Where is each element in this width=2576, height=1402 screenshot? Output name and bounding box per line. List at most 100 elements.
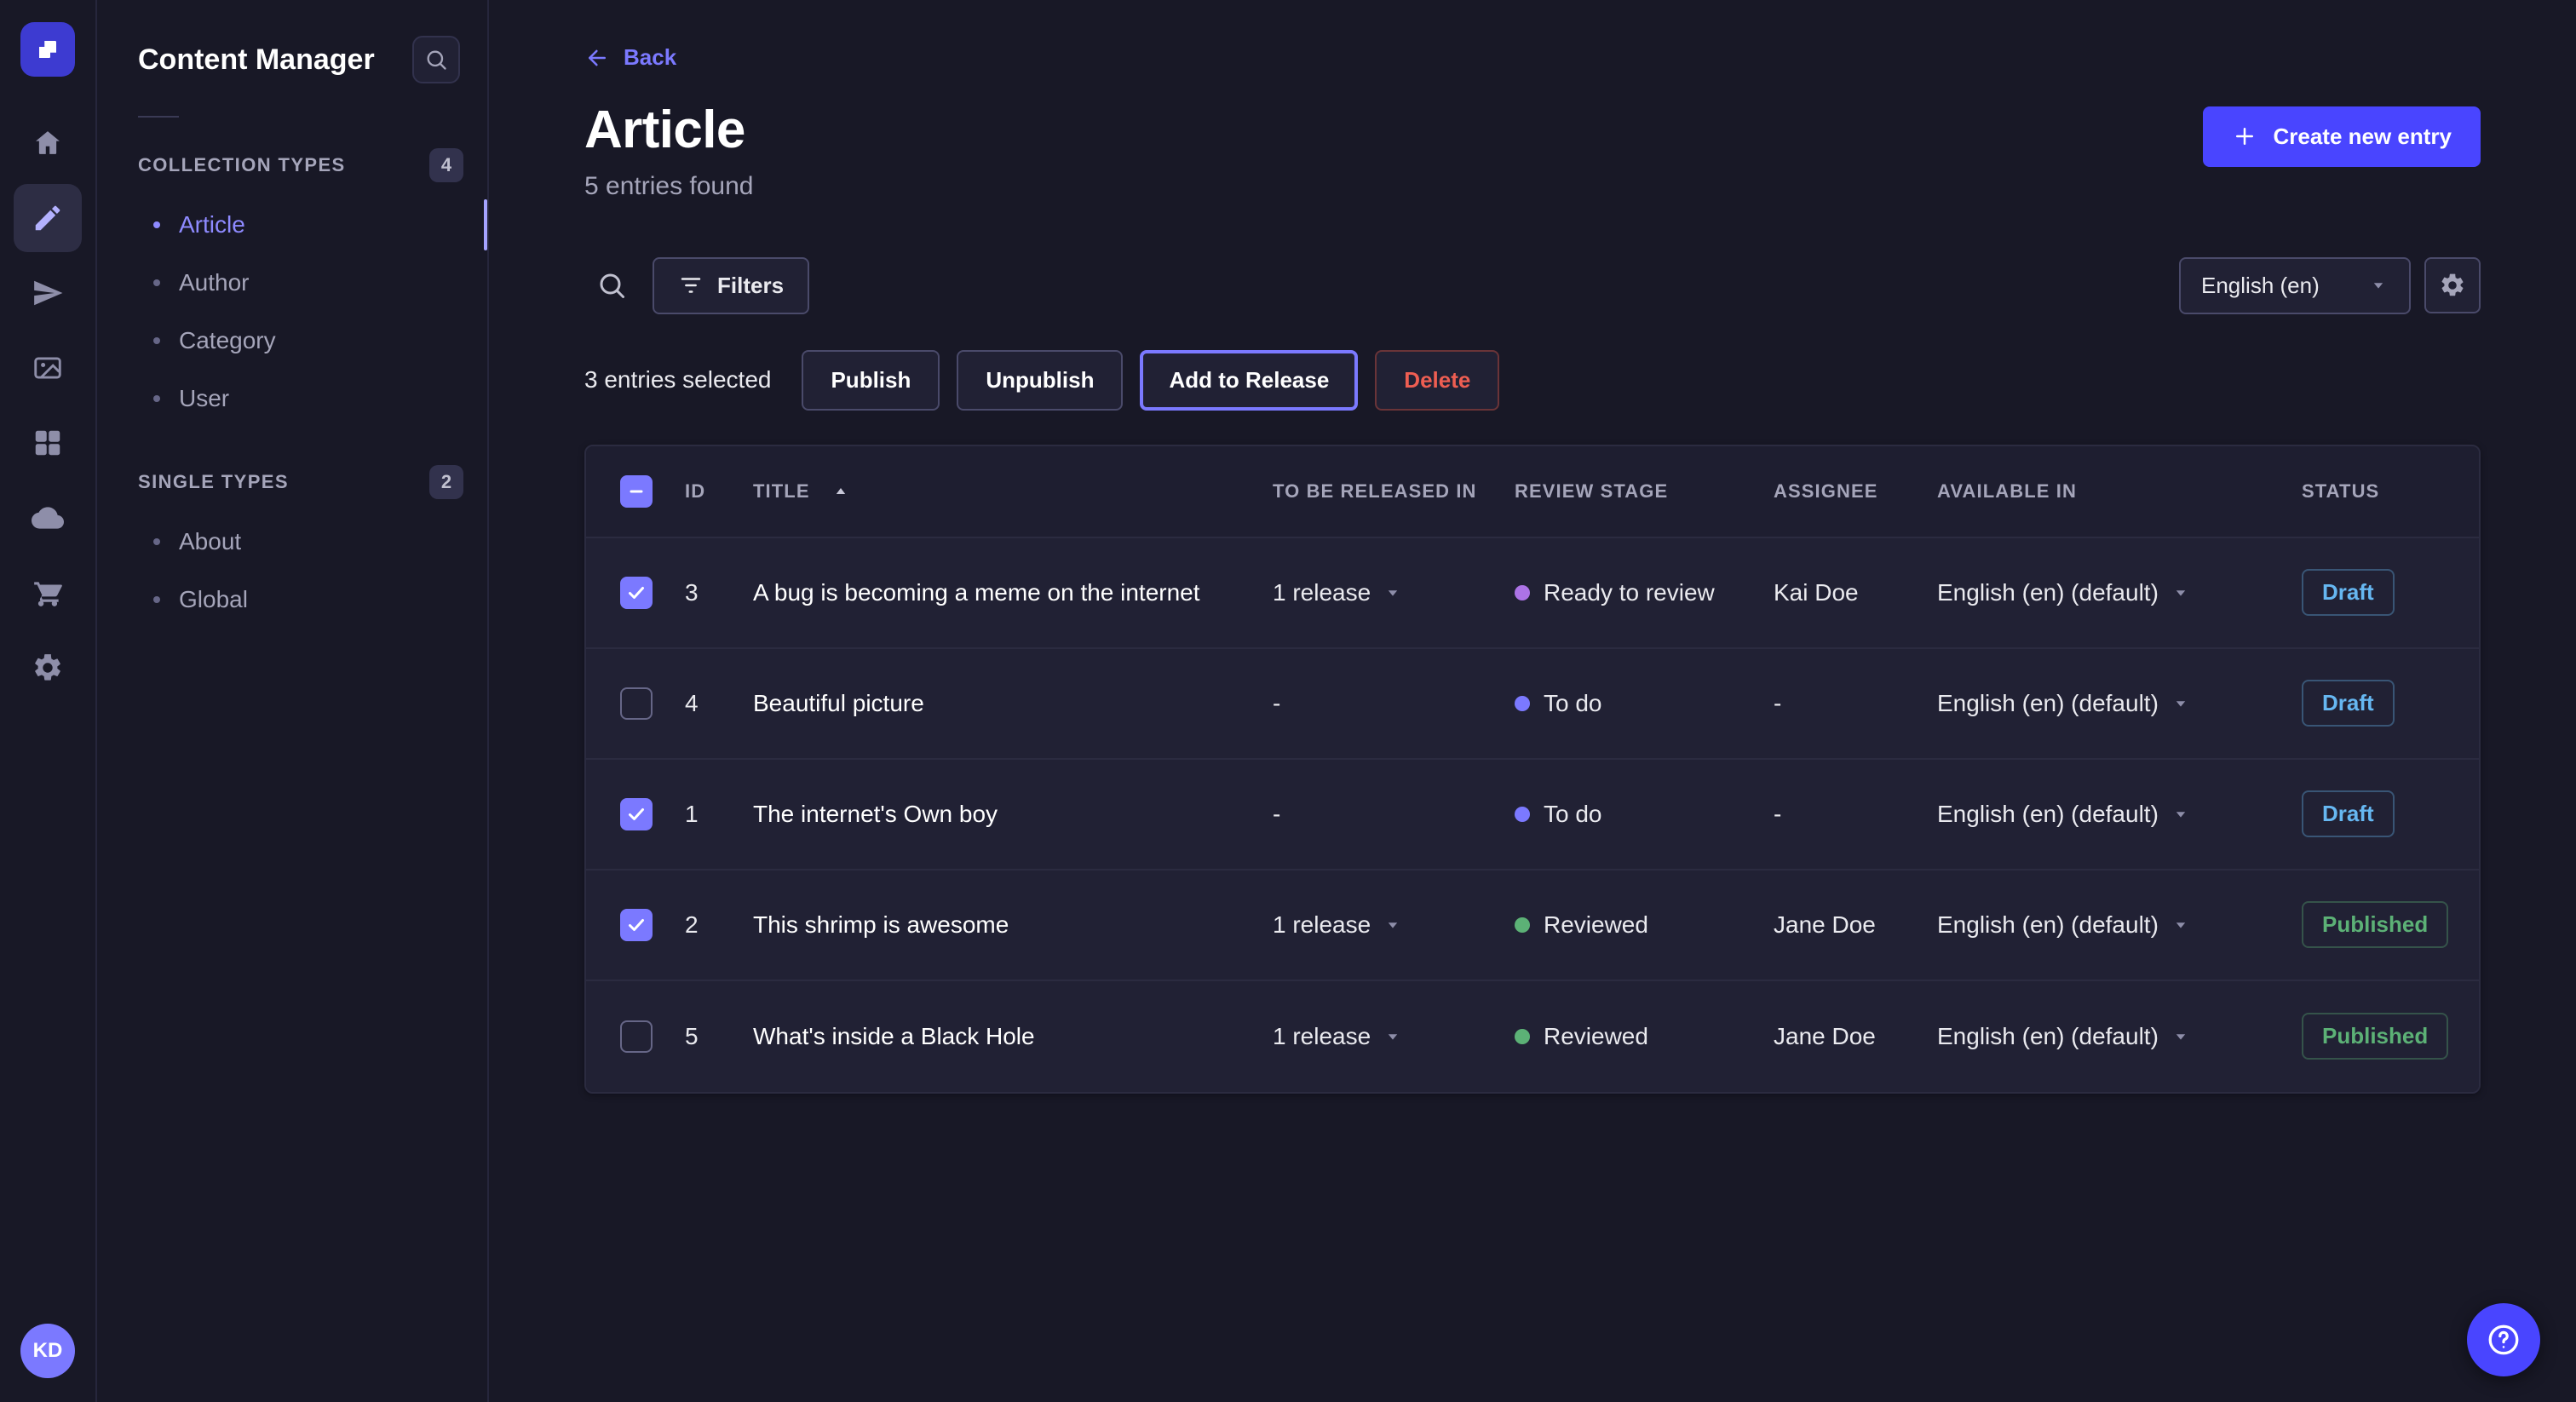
chevron-down-icon	[1383, 915, 1403, 935]
locale-dropdown[interactable]: English (en) (default)	[1937, 801, 2191, 828]
strapi-logo[interactable]	[20, 22, 75, 77]
sidebar-item-label: About	[179, 528, 241, 555]
sidebar-item-user[interactable]: User	[97, 370, 487, 428]
help-button[interactable]	[2467, 1303, 2540, 1376]
table-row[interactable]: 5What's inside a Black Hole1 releaseRevi…	[586, 981, 2479, 1092]
cell-status: Draft	[2302, 569, 2479, 616]
table-row[interactable]: 2This shrimp is awesome1 releaseReviewed…	[586, 871, 2479, 981]
locale-select[interactable]: English (en)	[2179, 257, 2411, 314]
cell-id: 3	[675, 579, 753, 606]
nav-rail: KD	[0, 0, 97, 1402]
filters-icon	[678, 273, 704, 298]
subnav-header: Content Manager	[97, 36, 487, 83]
column-label-id: ID	[685, 480, 705, 503]
row-checkbox-cell	[586, 577, 675, 609]
column-header-title[interactable]: TITLE	[753, 480, 1273, 503]
column-label-release: TO BE RELEASED IN	[1273, 480, 1477, 503]
row-checkbox[interactable]	[620, 909, 653, 941]
column-label-stage: REVIEW STAGE	[1515, 480, 1668, 503]
add-to-release-button[interactable]: Add to Release	[1140, 350, 1358, 411]
marketplace-nav-button[interactable]	[14, 559, 82, 627]
release-dropdown[interactable]: 1 release	[1273, 579, 1403, 606]
chevron-down-icon	[2171, 915, 2191, 935]
locale-dropdown[interactable]: English (en) (default)	[1937, 1023, 2191, 1050]
publish-button[interactable]: Publish	[802, 350, 940, 411]
column-label-status: STATUS	[2302, 480, 2379, 503]
sidebar-item-label: Global	[179, 586, 248, 613]
locale-dropdown[interactable]: English (en) (default)	[1937, 690, 2191, 717]
bullet-dot	[153, 337, 160, 344]
table-row[interactable]: 4Beautiful picture-To do-English (en) (d…	[586, 649, 2479, 760]
filters-button[interactable]: Filters	[653, 257, 809, 314]
content-manager-icon	[32, 202, 64, 234]
release-dropdown[interactable]: 1 release	[1273, 911, 1403, 939]
stage-label: Ready to review	[1544, 579, 1715, 606]
sidebar-search-button[interactable]	[412, 36, 460, 83]
release-count: 1 release	[1273, 1023, 1371, 1050]
cell-available-in: English (en) (default)	[1937, 801, 2302, 828]
create-new-entry-button[interactable]: Create new entry	[2203, 106, 2481, 167]
locale-label: English (en) (default)	[1937, 801, 2159, 828]
selection-bar: 3 entries selected Publish Unpublish Add…	[584, 350, 2481, 411]
row-checkbox[interactable]	[620, 798, 653, 830]
cloud-nav-button[interactable]	[14, 484, 82, 552]
bullet-dot	[153, 279, 160, 286]
cell-release: -	[1273, 801, 1515, 828]
table-row[interactable]: 3A bug is becoming a meme on the interne…	[586, 538, 2479, 649]
cell-review-stage: Reviewed	[1515, 911, 1774, 939]
sort-asc-icon[interactable]	[831, 481, 851, 502]
release-dropdown[interactable]: 1 release	[1273, 1023, 1403, 1050]
help-icon	[2485, 1321, 2522, 1359]
cell-release: 1 release	[1273, 1023, 1515, 1050]
user-avatar[interactable]: KD	[20, 1324, 75, 1378]
settings-nav-button[interactable]	[14, 634, 82, 702]
content-type-builder-nav-button[interactable]	[14, 409, 82, 477]
sidebar-item-article[interactable]: Article	[97, 196, 487, 254]
status-badge: Draft	[2302, 790, 2395, 837]
chevron-down-icon	[1383, 1026, 1403, 1047]
strapi-logo-glyph	[35, 37, 60, 62]
search-button[interactable]	[584, 258, 639, 313]
stage-label: To do	[1544, 801, 1602, 828]
row-checkbox[interactable]	[620, 1020, 653, 1053]
back-link[interactable]: Back	[584, 44, 676, 71]
content-manager-nav-button[interactable]	[14, 184, 82, 252]
releases-nav-button[interactable]	[14, 259, 82, 327]
sidebar-item-label: Article	[179, 211, 245, 238]
sidebar-item-global[interactable]: Global	[97, 571, 487, 629]
delete-button[interactable]: Delete	[1375, 350, 1499, 411]
cell-assignee: -	[1774, 801, 1937, 828]
home-nav-button[interactable]	[14, 109, 82, 177]
locale-dropdown[interactable]: English (en) (default)	[1937, 579, 2191, 606]
settings-icon	[2439, 272, 2466, 299]
rail-menu	[14, 109, 82, 702]
settings-button[interactable]	[2424, 257, 2481, 313]
main-content: Back Article 5 entries found Create new …	[489, 0, 2576, 1402]
chevron-down-icon	[2171, 583, 2191, 603]
table-body: 3A bug is becoming a meme on the interne…	[586, 538, 2479, 1092]
unpublish-button[interactable]: Unpublish	[957, 350, 1123, 411]
locale-label: English (en) (default)	[1937, 1023, 2159, 1050]
row-checkbox[interactable]	[620, 687, 653, 720]
sidebar-item-about[interactable]: About	[97, 513, 487, 571]
cell-release: 1 release	[1273, 579, 1515, 606]
media-library-nav-button[interactable]	[14, 334, 82, 402]
bullet-dot	[153, 596, 160, 603]
back-label: Back	[624, 44, 676, 71]
cell-status: Published	[2302, 901, 2479, 948]
media-library-icon	[32, 352, 64, 384]
entries-count: 5 entries found	[584, 172, 753, 201]
marketplace-icon	[32, 577, 64, 609]
table-row[interactable]: 1The internet's Own boy-To do-English (e…	[586, 760, 2479, 871]
sidebar-item-category[interactable]: Category	[97, 312, 487, 370]
sidebar-item-author[interactable]: Author	[97, 254, 487, 312]
search-icon	[596, 270, 627, 301]
row-checkbox[interactable]	[620, 577, 653, 609]
select-all-checkbox[interactable]	[620, 475, 653, 508]
cell-release: -	[1273, 690, 1515, 717]
status-badge: Published	[2302, 901, 2448, 948]
locale-dropdown[interactable]: English (en) (default)	[1937, 911, 2191, 939]
cell-title: This shrimp is awesome	[753, 911, 1273, 939]
toolbar: Filters English (en)	[584, 257, 2481, 314]
content-manager-subnav: Content Manager COLLECTION TYPES4Article…	[97, 0, 489, 1402]
